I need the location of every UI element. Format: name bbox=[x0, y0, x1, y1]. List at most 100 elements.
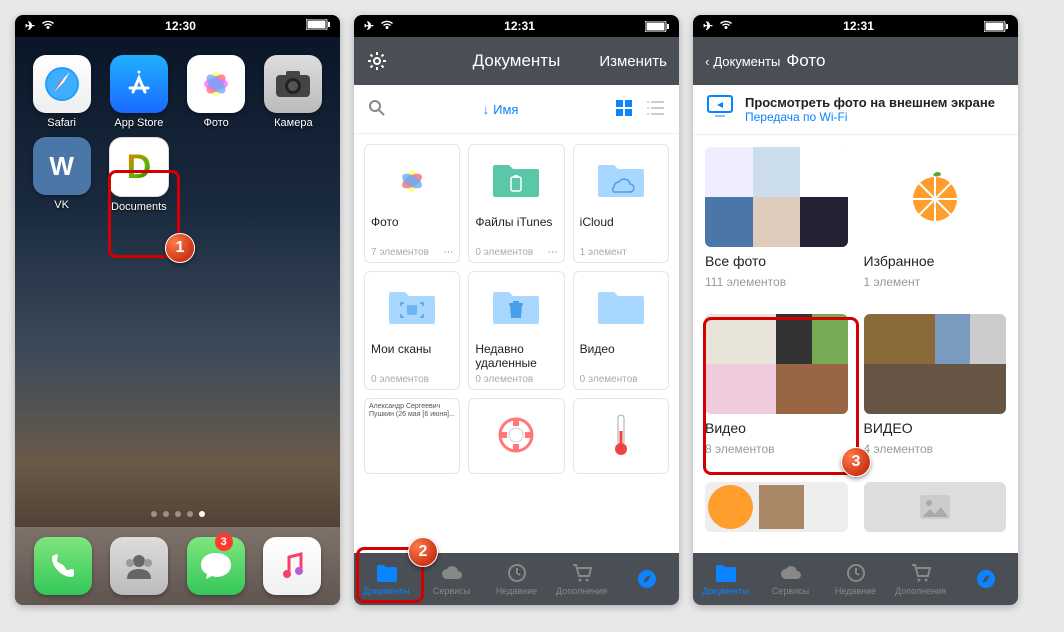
tab-browser[interactable] bbox=[953, 553, 1018, 605]
tab-bar: Документы Сервисы Недавние Дополнения bbox=[354, 553, 679, 605]
grid-icon bbox=[615, 99, 633, 117]
wifi-icon bbox=[380, 19, 394, 33]
tab-bar: Документы Сервисы Недавние Дополнения bbox=[693, 553, 1018, 605]
wifi-icon bbox=[41, 19, 55, 33]
orange-icon bbox=[905, 167, 965, 227]
battery-icon bbox=[306, 19, 330, 33]
wifi-banner[interactable]: Просмотреть фото на внешнем экране Перед… bbox=[693, 85, 1018, 135]
clock: 12:31 bbox=[504, 19, 535, 33]
folder-trash[interactable]: Недавно удаленные 0 элементов bbox=[468, 271, 564, 390]
arrow-down-icon: ↓ bbox=[483, 102, 490, 117]
thermometer-icon bbox=[613, 413, 629, 457]
folder-icon bbox=[491, 288, 541, 328]
screen-documents: ✈︎ 12:31 Документы Изменить ↓Имя Фото 7 … bbox=[354, 15, 679, 605]
album-favorites[interactable]: Избранное 1 элемент bbox=[864, 147, 1007, 298]
gear-icon bbox=[366, 50, 388, 72]
folder-scans[interactable]: Мои сканы 0 элементов bbox=[364, 271, 460, 390]
more-icon[interactable]: ⋯ bbox=[548, 247, 558, 258]
back-button[interactable]: ‹Документы bbox=[705, 54, 780, 69]
cloud-icon bbox=[779, 562, 803, 584]
folder-icon bbox=[596, 161, 646, 201]
nav-bar: ‹Документы Фото bbox=[693, 37, 1018, 85]
lifebuoy-icon bbox=[496, 415, 536, 455]
settings-button[interactable] bbox=[366, 50, 436, 72]
list-icon bbox=[647, 99, 665, 117]
airplane-icon: ✈︎ bbox=[703, 19, 713, 33]
wifi-icon bbox=[719, 19, 733, 33]
search-icon bbox=[368, 99, 386, 117]
status-bar: ✈︎ 12:31 bbox=[354, 15, 679, 37]
toolbar: ↓Имя bbox=[354, 85, 679, 134]
dock-messages[interactable]: 3 bbox=[187, 537, 245, 595]
page-title: Документы bbox=[473, 51, 561, 71]
airplane-icon: ✈︎ bbox=[25, 19, 35, 33]
image-icon bbox=[920, 495, 950, 519]
clock-icon bbox=[844, 562, 868, 584]
app-vk[interactable]: WVK bbox=[25, 137, 98, 213]
cloud-icon bbox=[440, 562, 464, 584]
dock-music[interactable] bbox=[263, 537, 321, 595]
folder-video[interactable]: Видео 0 элементов bbox=[573, 271, 669, 390]
clock: 12:31 bbox=[843, 19, 874, 33]
album-extra-1[interactable] bbox=[705, 482, 848, 541]
album-all-photos[interactable]: Все фото 111 элементов bbox=[705, 147, 848, 298]
grid-view-button[interactable] bbox=[615, 99, 633, 120]
list-view-button[interactable] bbox=[647, 99, 665, 120]
edit-button[interactable]: Изменить bbox=[597, 53, 667, 70]
app-appstore[interactable]: App Store bbox=[102, 55, 175, 129]
battery-icon bbox=[984, 21, 1008, 32]
cart-icon bbox=[909, 562, 933, 584]
callout-num-1: 1 bbox=[165, 233, 195, 263]
sort-button[interactable]: ↓Имя bbox=[483, 102, 519, 117]
folder-itunes[interactable]: Файлы iTunes 0 элементов⋯ bbox=[468, 144, 564, 263]
app-safari[interactable]: Safari bbox=[25, 55, 98, 129]
folder-icon bbox=[387, 288, 437, 328]
status-bar: ✈︎ 12:30 bbox=[15, 15, 340, 37]
app-photos[interactable]: Фото bbox=[180, 55, 253, 129]
file-thermo[interactable] bbox=[573, 398, 669, 474]
folder-icloud[interactable]: iCloud 1 элемент bbox=[573, 144, 669, 263]
airplane-icon: ✈︎ bbox=[364, 19, 374, 33]
page-title: Фото bbox=[786, 51, 936, 71]
file-doc[interactable]: Александр Сергеевич Пушкин (26 мая [6 ию… bbox=[364, 398, 460, 474]
nav-bar: Документы Изменить bbox=[354, 37, 679, 85]
clock-icon bbox=[505, 562, 529, 584]
status-bar: ✈︎ 12:31 bbox=[693, 15, 1018, 37]
tab-browser[interactable] bbox=[614, 553, 679, 605]
screen-icon bbox=[707, 95, 733, 117]
cart-icon bbox=[570, 562, 594, 584]
app-camera[interactable]: Камера bbox=[257, 55, 330, 129]
screen-photo-albums: ✈︎ 12:31 ‹Документы Фото Просмотреть фот… bbox=[693, 15, 1018, 605]
album-video-caps[interactable]: ВИДЕО 4 элементов bbox=[864, 314, 1007, 465]
tab-documents[interactable]: Документы bbox=[354, 553, 419, 605]
tab-addons[interactable]: Дополнения bbox=[888, 553, 953, 605]
tab-documents[interactable]: Документы bbox=[693, 553, 758, 605]
dock-phone[interactable] bbox=[34, 537, 92, 595]
app-documents[interactable]: DDocuments bbox=[102, 137, 175, 213]
photos-icon bbox=[390, 159, 434, 203]
folder-photos[interactable]: Фото 7 элементов⋯ bbox=[364, 144, 460, 263]
search-button[interactable] bbox=[368, 99, 386, 120]
compass-icon bbox=[974, 568, 998, 590]
compass-icon bbox=[635, 568, 659, 590]
callout-num-2: 2 bbox=[408, 537, 438, 567]
folder-icon bbox=[491, 161, 541, 201]
album-extra-2[interactable] bbox=[864, 482, 1007, 541]
chevron-left-icon: ‹ bbox=[705, 54, 709, 69]
folder-icon bbox=[596, 288, 646, 328]
tab-recent[interactable]: Недавние bbox=[484, 553, 549, 605]
battery-icon bbox=[645, 21, 669, 32]
tab-addons[interactable]: Дополнения bbox=[549, 553, 614, 605]
dock-contacts[interactable] bbox=[110, 537, 168, 595]
album-video[interactable]: Видео 8 элементов bbox=[705, 314, 848, 465]
tab-services[interactable]: Сервисы bbox=[758, 553, 823, 605]
dock: 3 bbox=[15, 527, 340, 605]
file-help[interactable] bbox=[468, 398, 564, 474]
clock: 12:30 bbox=[165, 19, 196, 33]
tab-recent[interactable]: Недавние bbox=[823, 553, 888, 605]
page-dots[interactable] bbox=[15, 511, 340, 517]
folder-icon bbox=[375, 562, 399, 584]
callout-num-3: 3 bbox=[841, 447, 871, 477]
more-icon[interactable]: ⋯ bbox=[443, 247, 453, 258]
folder-icon bbox=[714, 562, 738, 584]
